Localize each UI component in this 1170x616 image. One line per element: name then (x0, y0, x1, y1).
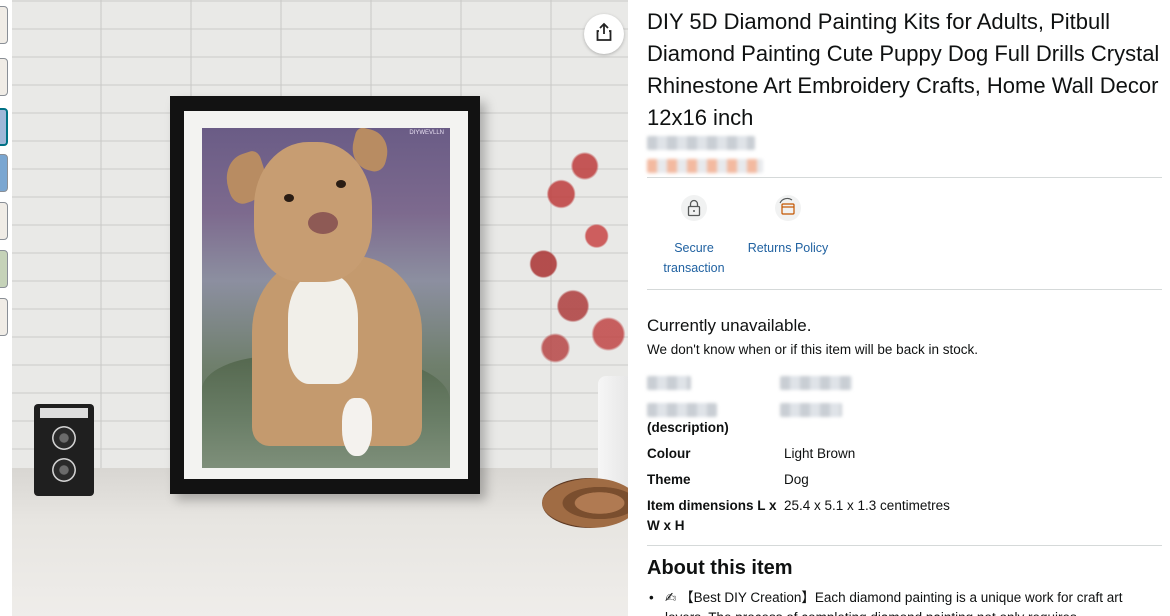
about-heading: About this item (647, 557, 793, 579)
return-box-icon (774, 194, 802, 222)
thumbnail[interactable] (0, 202, 8, 240)
dog-head (254, 142, 372, 282)
thumbnail-strip (0, 0, 12, 616)
vintage-camera (34, 404, 94, 496)
spec-value-theme: Dog (784, 472, 809, 487)
dog-paw (342, 398, 372, 456)
spec-label-theme: Theme (647, 472, 691, 487)
bullet-text: ✍ 【Best DIY Creation】Each diamond painti… (665, 588, 1160, 616)
thumbnail-active[interactable] (0, 108, 8, 146)
dog-nose (308, 212, 338, 234)
dried-flowers (514, 110, 628, 390)
redacted-price (647, 159, 763, 173)
dog-painting: DIYWEVLLN (202, 128, 450, 468)
main-product-image[interactable]: DIYWEVLLN (12, 0, 628, 616)
thumbnail[interactable] (0, 6, 8, 44)
secure-transaction[interactable]: Secure transaction (644, 194, 744, 278)
spec-label-dimensions: Item dimensions L x W x H (647, 498, 777, 533)
share-icon (594, 22, 614, 47)
camera-label (40, 408, 88, 418)
spec-value-colour: Light Brown (784, 446, 856, 461)
spec-label-colour: Colour (647, 446, 691, 461)
bullet-dot: • (649, 590, 654, 605)
camera-lens (52, 426, 76, 450)
thumbnail[interactable] (0, 250, 8, 288)
bullet-body: 【Best DIY Creation】Each diamond painting… (665, 590, 1123, 616)
dog-chest (288, 274, 358, 384)
redacted-spec-value (780, 376, 852, 390)
returns-policy-link[interactable]: Returns Policy (738, 238, 838, 258)
wood-slice (542, 478, 628, 528)
availability-headline: Currently unavailable. (647, 316, 812, 335)
share-button[interactable] (584, 14, 624, 54)
dog-eye (284, 194, 294, 202)
thumbnail[interactable] (0, 298, 8, 336)
divider (647, 289, 1162, 290)
divider (647, 545, 1162, 546)
product-page: DIYWEVLLN DIY 5D Diamond Painting Kits f… (0, 0, 1170, 616)
thumbnail[interactable] (0, 154, 8, 192)
secure-transaction-link[interactable]: Secure transaction (644, 238, 744, 278)
divider (647, 177, 1162, 178)
spec-value-dimensions: 25.4 x 5.1 x 1.3 centimetres (784, 498, 950, 513)
product-title: DIY 5D Diamond Painting Kits for Adults,… (647, 9, 1160, 130)
spec-label-description: (description) (647, 420, 729, 435)
writing-hand-icon: ✍ (665, 590, 677, 605)
dog-eye (336, 180, 346, 188)
camera-lens (52, 458, 76, 482)
thumbnail[interactable] (0, 58, 8, 96)
redacted-spec-label (647, 376, 691, 390)
redacted-spec-label (647, 403, 717, 417)
availability-subtext: We don't know when or if this item will … (647, 342, 978, 357)
lock-icon (680, 194, 708, 222)
painting-watermark: DIYWEVLLN (409, 130, 444, 136)
redacted-spec-value (780, 403, 842, 417)
returns-policy[interactable]: Returns Policy (738, 194, 838, 258)
redacted-rating (647, 136, 755, 150)
